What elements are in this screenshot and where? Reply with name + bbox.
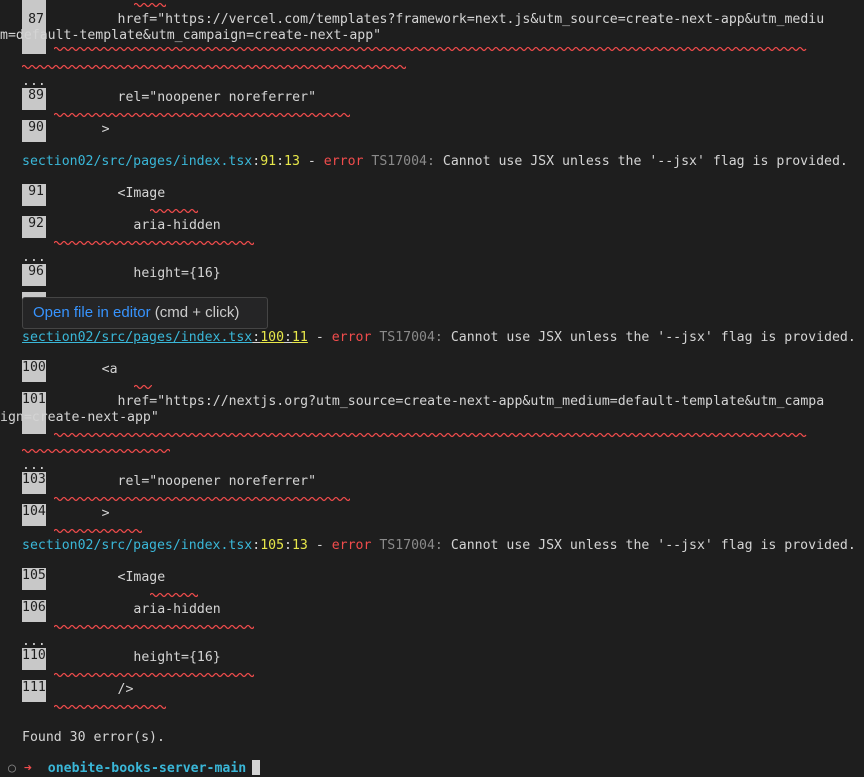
error-col[interactable]: 13 bbox=[292, 538, 308, 553]
code-line: aria-hidden bbox=[54, 602, 221, 617]
code-line: <Image bbox=[54, 570, 166, 585]
error-line[interactable]: 100 bbox=[260, 330, 284, 345]
code-line: rel="noopener noreferrer" bbox=[54, 474, 317, 489]
error-code: TS17004: bbox=[371, 154, 435, 169]
status-circle-icon: ○ bbox=[8, 761, 16, 776]
error-squiggle bbox=[54, 112, 350, 118]
ellipsis: ... bbox=[22, 250, 46, 265]
code-line: /> bbox=[54, 682, 134, 697]
code-line: <a bbox=[54, 362, 118, 377]
error-col[interactable]: 13 bbox=[284, 154, 300, 169]
line-number: 92 bbox=[22, 216, 46, 238]
current-directory: onebite-books-server-main bbox=[47, 761, 247, 776]
prompt-arrow-icon: ➜ bbox=[23, 761, 32, 776]
error-code: TS17004: bbox=[379, 538, 443, 553]
error-squiggle bbox=[134, 384, 152, 390]
error-squiggle bbox=[54, 704, 166, 710]
code-line: href="https://nextjs.org?utm_source=crea… bbox=[54, 394, 825, 409]
error-squiggle bbox=[150, 592, 198, 598]
error-squiggle bbox=[54, 624, 254, 630]
error-label: error bbox=[331, 330, 372, 345]
error-label: error bbox=[331, 538, 372, 553]
error-squiggle bbox=[54, 528, 142, 534]
error-message: section02/src/pages/index.tsx:100:11 - e… bbox=[22, 330, 856, 345]
line-number: 96 bbox=[22, 264, 46, 286]
open-file-tooltip: Open file in editor (cmd + click) bbox=[22, 297, 268, 329]
error-message: section02/src/pages/index.tsx:91:13 - er… bbox=[22, 154, 848, 169]
code-line-wrap: m=default-template&utm_campaign=create-n… bbox=[0, 28, 382, 43]
error-squiggle bbox=[54, 496, 350, 502]
line-number: 105 bbox=[22, 568, 46, 590]
error-squiggle bbox=[22, 64, 406, 70]
line-number: 100 bbox=[22, 360, 46, 382]
error-summary: Found 30 error(s). bbox=[22, 730, 165, 745]
file-path[interactable]: section02/src/pages/index.tsx bbox=[22, 330, 252, 345]
code-line-wrap: ign=create-next-app" bbox=[0, 410, 159, 425]
error-squiggle bbox=[54, 432, 864, 438]
file-path[interactable]: section02/src/pages/index.tsx bbox=[22, 154, 252, 169]
line-number: 106 bbox=[22, 600, 46, 622]
code-line: <Image bbox=[54, 186, 166, 201]
line-number: 89 bbox=[22, 88, 46, 110]
error-line[interactable]: 91 bbox=[260, 154, 276, 169]
error-squiggle bbox=[134, 2, 166, 8]
terminal-cursor bbox=[252, 760, 261, 775]
code-line: > bbox=[54, 122, 110, 137]
error-squiggle bbox=[22, 448, 170, 454]
error-line[interactable]: 105 bbox=[260, 538, 284, 553]
tooltip-hint: (cmd + click) bbox=[154, 304, 240, 321]
line-number: 91 bbox=[22, 184, 46, 206]
code-line: href="https://vercel.com/templates?frame… bbox=[54, 12, 825, 27]
error-squiggle bbox=[54, 46, 864, 52]
error-squiggle bbox=[54, 240, 254, 246]
error-text: Cannot use JSX unless the '--jsx' flag i… bbox=[442, 154, 848, 169]
code-line: height={16} bbox=[54, 266, 221, 281]
line-number: 111 bbox=[22, 680, 46, 702]
error-code: TS17004: bbox=[379, 330, 443, 345]
code-line: aria-hidden bbox=[54, 218, 221, 233]
error-text: Cannot use JSX unless the '--jsx' flag i… bbox=[450, 330, 856, 345]
error-text: Cannot use JSX unless the '--jsx' flag i… bbox=[450, 538, 856, 553]
error-squiggle bbox=[54, 672, 254, 678]
line-number: 104 bbox=[22, 504, 46, 526]
line-number: 103 bbox=[22, 472, 46, 494]
error-label: error bbox=[323, 154, 364, 169]
file-path[interactable]: section02/src/pages/index.tsx bbox=[22, 538, 252, 553]
ellipsis: ... bbox=[22, 74, 46, 89]
open-file-link[interactable]: Open file in editor bbox=[33, 304, 151, 321]
code-line: rel="noopener noreferrer" bbox=[54, 90, 317, 105]
line-number: 110 bbox=[22, 648, 46, 670]
error-message: section02/src/pages/index.tsx:105:13 - e… bbox=[22, 538, 856, 553]
code-line: height={16} bbox=[54, 650, 221, 665]
code-line: > bbox=[54, 506, 110, 521]
error-col[interactable]: 11 bbox=[292, 330, 308, 345]
line-number: 90 bbox=[22, 120, 46, 142]
ellipsis: ... bbox=[22, 458, 46, 473]
shell-prompt[interactable]: ○ ➜ onebite-books-server-main bbox=[8, 760, 261, 777]
error-squiggle bbox=[150, 208, 198, 214]
ellipsis: ... bbox=[22, 634, 46, 649]
